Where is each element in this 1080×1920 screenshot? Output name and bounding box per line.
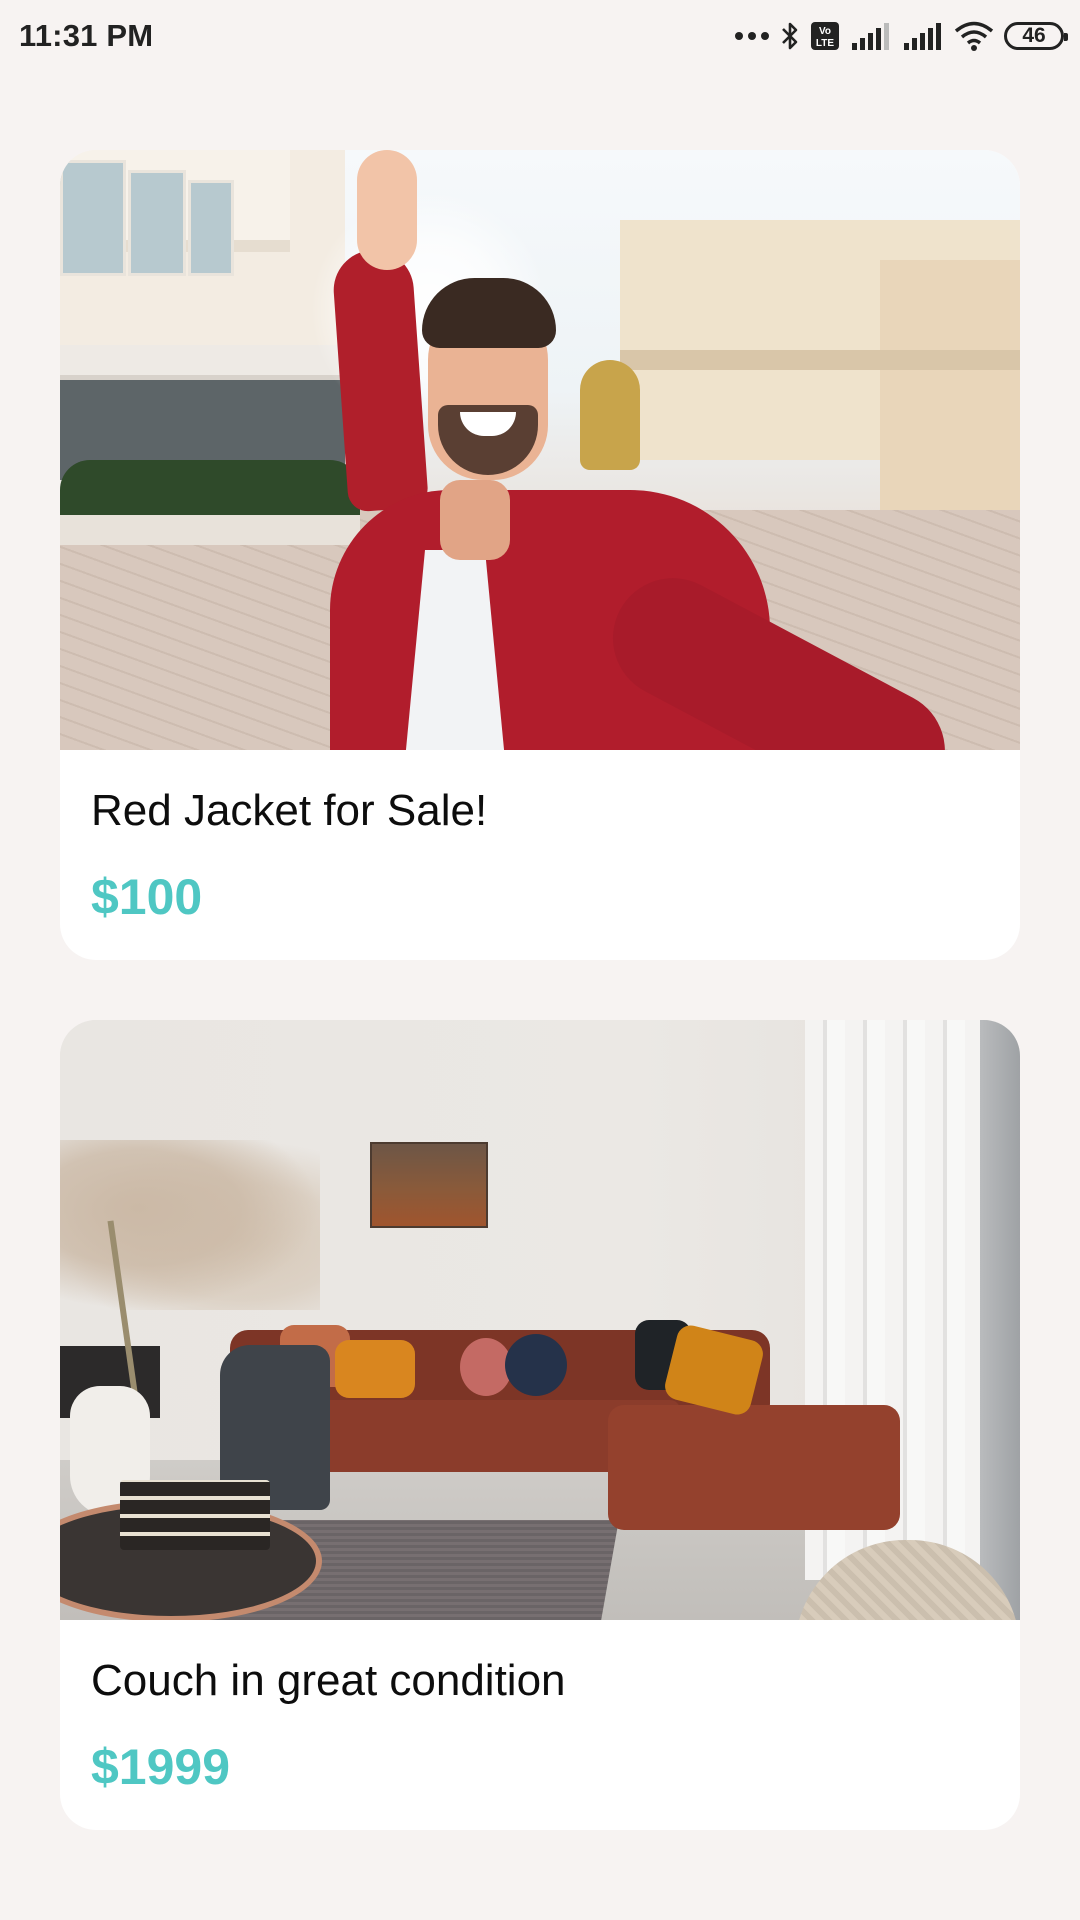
battery-icon: 46: [1004, 22, 1068, 50]
signal-icon: [852, 23, 889, 50]
listing-card[interactable]: Couch in great condition $1999: [60, 1020, 1020, 1830]
svg-text:LTE: LTE: [816, 38, 834, 49]
status-time: 11:31 PM: [19, 18, 154, 53]
listing-info: Red Jacket for Sale! $100: [60, 750, 1020, 960]
listing-image[interactable]: [60, 150, 1020, 750]
signal-icon: [904, 23, 941, 50]
bluetooth-icon: [782, 22, 798, 50]
listing-price: $1999: [91, 1739, 231, 1795]
listing-image[interactable]: [60, 1020, 1020, 1620]
svg-text:Vo: Vo: [819, 26, 831, 37]
volte-icon: Vo LTE: [811, 22, 839, 50]
listing-title: Red Jacket for Sale!: [91, 786, 488, 835]
status-bar: 11:31 PM Vo LTE 46: [0, 0, 1080, 72]
listing-info: Couch in great condition $1999: [60, 1620, 1020, 1830]
listing-price: $100: [91, 869, 203, 925]
status-icons: Vo LTE 46: [734, 18, 1068, 54]
more-dots-icon: [735, 32, 769, 40]
listing-card[interactable]: Red Jacket for Sale! $100: [60, 150, 1020, 960]
wifi-icon: [954, 21, 994, 51]
listing-title: Couch in great condition: [91, 1656, 566, 1705]
